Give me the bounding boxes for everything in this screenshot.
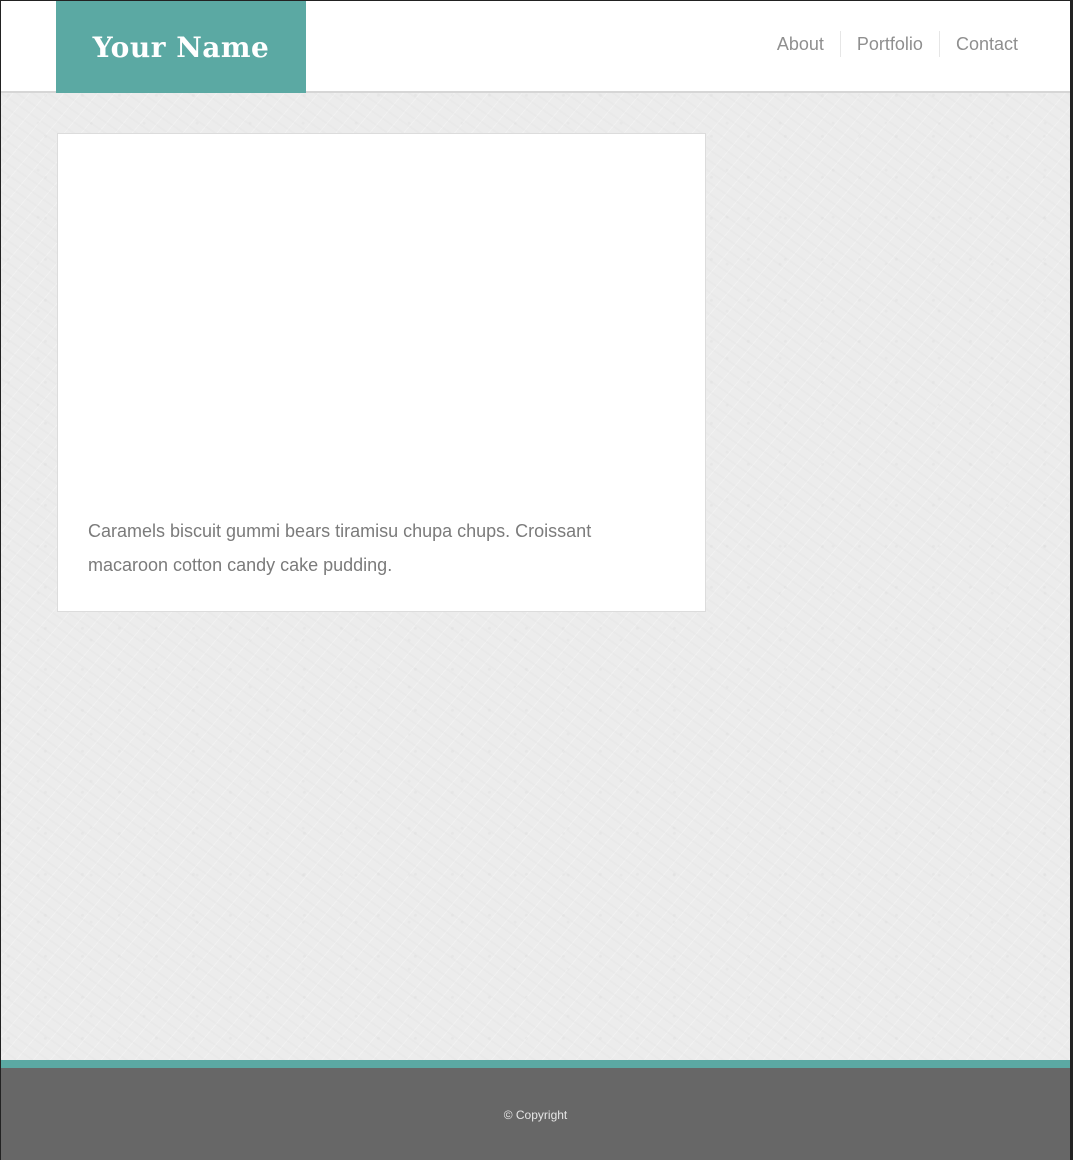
copyright-text: © Copyright: [503, 1108, 568, 1122]
nav-link-portfolio[interactable]: Portfolio: [839, 31, 939, 57]
nav-link-about[interactable]: About: [761, 31, 840, 57]
content-card: Caramels biscuit gummi bears tiramisu ch…: [57, 133, 706, 612]
page: Your Name About Portfolio Contact Carame…: [1, 1, 1070, 1160]
card-description: Caramels biscuit gummi bears tiramisu ch…: [88, 521, 592, 575]
site-logo[interactable]: Your Name: [56, 1, 306, 93]
card-image-placeholder: [58, 134, 705, 515]
site-footer: © Copyright: [1, 1060, 1070, 1160]
main-nav: About Portfolio Contact: [761, 31, 1034, 57]
nav-link-contact[interactable]: Contact: [938, 31, 1034, 57]
site-header: Your Name About Portfolio Contact: [1, 1, 1070, 93]
